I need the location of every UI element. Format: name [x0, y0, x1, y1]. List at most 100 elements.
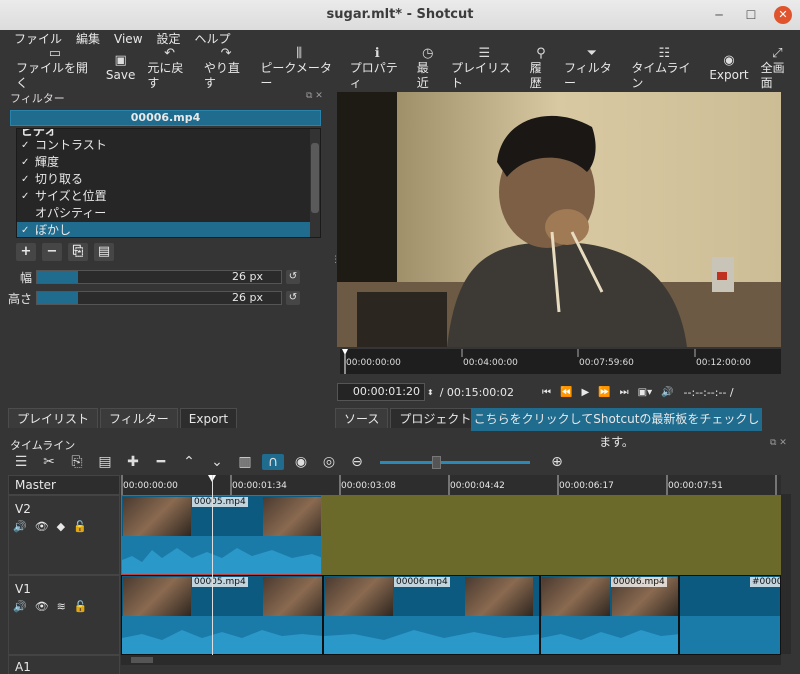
checkbox-checked-icon[interactable]: ✓: [21, 188, 35, 205]
track-header-a1[interactable]: A1: [8, 655, 120, 674]
hide-icon[interactable]: 👁: [35, 520, 49, 533]
checkbox-checked-icon[interactable]: ✓: [21, 222, 35, 237]
split-icon[interactable]: ▥: [234, 454, 256, 470]
lift-icon[interactable]: ⌃: [178, 454, 200, 470]
timeline-ruler[interactable]: 00:00:00:00 00:00:01:34 00:00:03:08 00:0…: [121, 475, 781, 495]
zoom-slider[interactable]: [380, 455, 530, 469]
minimize-icon[interactable]: ─: [710, 6, 728, 24]
tab-playlist[interactable]: プレイリスト: [8, 408, 99, 428]
zoom-out-icon[interactable]: ⊖: [346, 454, 368, 470]
timeline-clip[interactable]: 00006.mp4: [540, 575, 679, 655]
tab-source[interactable]: ソース: [335, 408, 389, 428]
play-icon[interactable]: ▶: [581, 387, 589, 398]
dock-float-icon[interactable]: ⧉ ✕: [306, 91, 323, 101]
filter-list-item[interactable]: ✓ コントラスト: [17, 137, 320, 154]
checkbox-checked-icon[interactable]: ✓: [21, 171, 35, 188]
splitter-handle[interactable]: ⋮: [331, 255, 340, 265]
timeline-clip[interactable]: #00000: [679, 575, 781, 655]
track-lane-v2[interactable]: 00005.mp4: [121, 495, 781, 575]
tab-filters[interactable]: フィルター: [100, 408, 178, 428]
scrub-icon[interactable]: ◉: [290, 454, 312, 470]
video-viewer[interactable]: [337, 92, 781, 347]
menu-view[interactable]: View: [114, 30, 142, 48]
timecode-spin-icon[interactable]: ⬍: [427, 388, 434, 397]
ripple-icon[interactable]: ◎: [318, 454, 340, 470]
composite-icon[interactable]: ≋: [57, 600, 66, 613]
skip-previous-icon[interactable]: ⏮: [542, 387, 551, 398]
timeline-playhead[interactable]: [212, 475, 213, 665]
mute-icon[interactable]: 🔊: [13, 520, 27, 533]
append-icon[interactable]: ✚: [122, 454, 144, 470]
filter-list-item[interactable]: ✓ 切り取る: [17, 171, 320, 188]
tab-export[interactable]: Export: [179, 408, 238, 428]
param-label: 高さ: [7, 291, 32, 306]
checkbox-checked-icon[interactable]: ✓: [21, 137, 35, 154]
grid-icon[interactable]: ▣▾: [638, 387, 652, 398]
checkbox-checked-icon[interactable]: ✓: [21, 154, 35, 171]
reset-icon[interactable]: ↺: [286, 291, 300, 305]
menu-edit[interactable]: 編集: [76, 30, 100, 48]
composite-icon[interactable]: ◆: [57, 520, 65, 533]
master-track-header[interactable]: Master: [8, 475, 120, 495]
maximize-icon[interactable]: ☐: [742, 6, 760, 24]
filter-list-scrollbar[interactable]: [310, 129, 320, 237]
toolbar-button-fullscreen[interactable]: ⤢ 全画面: [755, 46, 800, 90]
timeline-clip[interactable]: 00005.mp4: [121, 495, 322, 575]
toolbar-button-save[interactable]: ▣ Save: [100, 48, 141, 88]
toolbar-button-properties[interactable]: ℹ プロパティ: [344, 46, 411, 90]
track-lane-v1[interactable]: 00005.mp4 00006.mp4 00006.mp4 #00000: [121, 575, 781, 655]
timeline-horizontal-scrollbar[interactable]: [121, 655, 781, 665]
timeline-clip[interactable]: 00005.mp4: [121, 575, 323, 655]
filter-list-item[interactable]: ✓ サイズと位置: [17, 188, 320, 205]
toolbar-button-peak-meter[interactable]: ⫼ ピークメーター: [254, 46, 343, 90]
track-header-v2[interactable]: V2 🔊 👁 ◆ 🔓: [8, 495, 120, 575]
timeline-dock-icon[interactable]: ⧉ ✕: [770, 438, 787, 448]
toolbar-button-undo[interactable]: ↶ 元に戻す: [141, 46, 198, 90]
menu-icon[interactable]: ☰: [10, 454, 32, 470]
overwrite-icon[interactable]: ⌄: [206, 454, 228, 470]
toolbar-button-history[interactable]: ⚲ 履歴: [524, 46, 558, 90]
toolbar-button-timeline[interactable]: ☷ タイムライン: [625, 45, 703, 90]
paste-icon[interactable]: ▤: [94, 454, 116, 470]
close-icon[interactable]: ✕: [774, 6, 792, 24]
filter-label: オパシティー: [35, 206, 107, 220]
timeline-vertical-scrollbar[interactable]: [781, 494, 791, 654]
toolbar-button-redo[interactable]: ↷ やり直す: [198, 46, 255, 90]
toolbar-button-recent[interactable]: ◷ 最近: [411, 46, 445, 90]
update-check-button[interactable]: こちらをクリックしてShotcutの最新板をチェックします。: [471, 408, 762, 449]
add-filter-button[interactable]: +: [16, 243, 36, 261]
mute-icon[interactable]: 🔊: [13, 600, 27, 613]
toolbar-button-export[interactable]: ◉ Export: [703, 48, 754, 88]
lock-icon[interactable]: 🔓: [73, 520, 87, 533]
paste-filter-button[interactable]: ▤: [94, 243, 114, 261]
copy-filter-button[interactable]: ⎘: [68, 243, 88, 261]
volume-icon[interactable]: 🔊: [661, 387, 673, 398]
reset-icon[interactable]: ↺: [286, 270, 300, 284]
toolbar-button-filter[interactable]: ⏷ フィルター: [558, 46, 625, 90]
timeline-clip[interactable]: 00006.mp4: [323, 575, 540, 655]
copy-icon[interactable]: ⎘: [66, 454, 88, 470]
param-slider[interactable]: 26 px: [36, 291, 282, 305]
param-slider[interactable]: 26 px: [36, 270, 282, 284]
cut-icon[interactable]: ✂: [38, 454, 60, 470]
remove-filter-button[interactable]: −: [42, 243, 62, 261]
filter-list-item[interactable]: ✓ ぼかし: [17, 222, 320, 237]
lock-icon[interactable]: 🔓: [74, 600, 88, 613]
timeline-icon: ☷: [658, 45, 671, 61]
toolbar-button-playlist[interactable]: ☰ プレイリスト: [445, 46, 524, 90]
track-header-v1[interactable]: V1 🔊 👁 ≋ 🔓: [8, 575, 120, 655]
checkbox-unchecked-icon[interactable]: [21, 205, 35, 222]
fast-forward-icon[interactable]: ⏩: [598, 387, 610, 398]
hide-icon[interactable]: 👁: [35, 600, 49, 613]
toolbar-button-open[interactable]: ▭ ファイルを開く: [10, 46, 100, 90]
snap-icon[interactable]: ∩: [262, 454, 284, 470]
zoom-in-icon[interactable]: ⊕: [546, 454, 568, 470]
filter-list-item[interactable]: オパシティー: [17, 205, 320, 222]
player-ruler[interactable]: 00:00:00:00 00:04:00:00 00:07:59:60 00:1…: [340, 349, 781, 374]
remove-icon[interactable]: ━: [150, 454, 172, 470]
timecode-input[interactable]: 00:00:01:20: [337, 383, 425, 401]
tab-project[interactable]: プロジェクト: [390, 408, 481, 428]
skip-next-icon[interactable]: ⏭: [620, 387, 629, 398]
rewind-icon[interactable]: ⏪: [560, 387, 572, 398]
filter-list-item[interactable]: ✓ 輝度: [17, 154, 320, 171]
